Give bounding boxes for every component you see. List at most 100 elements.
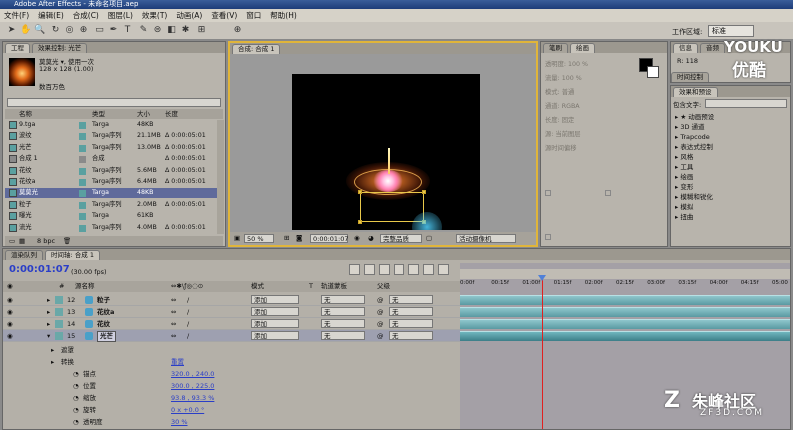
stopwatch-icon[interactable]: ◔ (73, 416, 79, 428)
live-update-icon[interactable] (363, 264, 375, 275)
shy-switch-icon[interactable]: ⇔ (171, 318, 176, 330)
hand-tool-icon[interactable]: ✋ (20, 25, 31, 36)
tab-effects-presets[interactable]: 效果和预设 (673, 87, 718, 97)
blend-mode-select[interactable]: 添加 (251, 319, 299, 328)
stopwatch-icon[interactable]: ◔ (73, 392, 79, 404)
pen-tool-icon[interactable]: ✒ (108, 25, 119, 36)
parent-select[interactable]: 无 (389, 319, 433, 328)
track-matte-select[interactable]: 无 (321, 319, 365, 328)
stopwatch-icon[interactable]: ◔ (73, 380, 79, 392)
layer-row[interactable]: ◉ ▸ 12 粒子 ⇔ / 添加 无 @ 无 (3, 294, 460, 306)
trash-icon[interactable]: 🗑 (63, 236, 71, 246)
tab-timeline[interactable]: 时间轴: 合成 1 (45, 250, 100, 260)
effect-category[interactable]: ▸ 扭曲 (671, 212, 790, 222)
tab-effect-controls[interactable]: 效果控制: 光芒 (32, 43, 88, 53)
paint-setting[interactable]: 源: 当前图层 (545, 128, 637, 142)
bpc-label[interactable]: 8 bpc (37, 236, 55, 246)
camera-tool-icon[interactable]: ◎ (64, 25, 75, 36)
quality-switch-icon[interactable]: / (187, 306, 189, 318)
label-color-icon[interactable] (79, 144, 86, 152)
track-matte-select[interactable]: 无 (321, 331, 365, 340)
eraser-tool-icon[interactable]: ◧ (166, 25, 177, 36)
shy-switch-icon[interactable]: ⇔ (171, 306, 176, 318)
column-name[interactable]: 名称 (19, 109, 32, 119)
current-time-indicator[interactable] (542, 275, 543, 429)
layer-bar-15[interactable] (460, 331, 790, 341)
paint-setting[interactable]: 长度: 固定 (545, 114, 637, 128)
tab-audio[interactable]: 音频 (700, 43, 725, 53)
quality-select[interactable]: 完整品质 (380, 234, 422, 243)
mask-tool-icon[interactable]: ▭ (94, 25, 105, 36)
property-value[interactable]: 93.8 , 93.3 % (171, 392, 214, 404)
menu-item[interactable]: 合成(C) (73, 10, 99, 21)
tab-composition[interactable]: 合成: 合成 1 (232, 44, 281, 54)
label-color-icon[interactable] (79, 133, 86, 141)
paint-setting[interactable]: 源时间偏移 (545, 142, 637, 156)
label-color-icon[interactable] (79, 190, 86, 198)
grid-icon[interactable]: ⊞ (284, 232, 289, 245)
project-scrollbar[interactable] (217, 120, 224, 234)
project-item[interactable]: 9.tga Targa 48KB (5, 120, 217, 130)
bg-color-swatch[interactable] (647, 66, 659, 78)
color-channel-icon[interactable]: ◕ (368, 232, 374, 245)
col-num[interactable]: # (59, 281, 64, 292)
label-color-icon[interactable] (79, 156, 86, 164)
visibility-icon[interactable]: ◉ (7, 294, 13, 306)
column-length[interactable]: 长度 (165, 109, 178, 119)
brush-tool-icon[interactable]: ✎ (138, 25, 149, 36)
property-row[interactable]: ▸ 转换 重置 (3, 356, 460, 368)
expand-arrow-icon[interactable]: ▸ (47, 318, 50, 330)
paint-setting[interactable]: 模式: 普通 (545, 86, 637, 100)
menu-item[interactable]: 图层(L) (108, 10, 133, 21)
expand-arrow-icon[interactable]: ▸ (47, 306, 50, 318)
label-color-icon[interactable] (79, 201, 86, 209)
property-value[interactable]: 300.0 , 225.0 (171, 380, 214, 392)
visibility-icon[interactable]: ◉ (7, 330, 13, 342)
comp-icon[interactable]: ▦ (19, 236, 25, 246)
time-ruler[interactable]: 0:00f 00:15f 01:00f 01:15f 02:00f 02:15f 03:00… (460, 279, 790, 291)
paint-setting[interactable]: 通道: RGBA (545, 100, 637, 114)
work-area-bar[interactable] (460, 269, 790, 279)
zoom-tool-icon[interactable]: 🔍 (34, 25, 45, 36)
hide-shy-icon[interactable] (393, 264, 405, 275)
menu-item[interactable]: 窗口 (246, 10, 261, 21)
project-item[interactable]: 合成 1 合成 Δ 0:00:05:01 (5, 154, 217, 164)
tab-info[interactable]: 信息 (673, 43, 698, 53)
comp-mini-flowchart-icon[interactable] (349, 264, 360, 275)
clone-stamp-tool-icon[interactable]: ⊜ (152, 25, 163, 36)
shy-switch-icon[interactable]: ⇔ (171, 330, 176, 342)
col-parent[interactable]: 父级 (377, 281, 390, 292)
label-color-icon[interactable] (55, 308, 63, 316)
pan-behind-tool-icon[interactable]: ⊕ (78, 25, 89, 36)
effect-category[interactable]: ▸ 3D 通道 (671, 122, 790, 132)
label-color-icon[interactable] (55, 332, 63, 340)
label-color-icon[interactable] (55, 320, 63, 328)
stopwatch-icon[interactable]: ◔ (73, 368, 79, 380)
col-t[interactable]: T (309, 281, 313, 292)
zoom-select[interactable]: 50 % (244, 234, 274, 243)
label-color-icon[interactable] (79, 179, 86, 186)
layer-bar-14[interactable] (460, 319, 790, 329)
blend-mode-select[interactable]: 添加 (251, 295, 299, 304)
project-item[interactable]: 花纹 Targa序列 5.6MB Δ 0:00:05:01 (5, 166, 217, 176)
frame-blend-icon[interactable] (408, 264, 420, 275)
layer-row[interactable]: ◉ ▸ 14 花纹 ⇔ / 添加 无 @ 无 (3, 318, 460, 330)
project-item[interactable]: 粒子 Targa序列 2.0MB Δ 0:00:05:01 (5, 200, 217, 210)
project-search-input[interactable] (7, 98, 221, 107)
project-item[interactable]: 流光 Targa序列 4.0MB Δ 0:00:05:01 (5, 223, 217, 233)
property-row[interactable]: ◔ 缩放 93.8 , 93.3 % (3, 392, 460, 404)
expand-arrow-icon[interactable]: ▸ (51, 344, 54, 356)
tab-render-queue[interactable]: 渲染队列 (5, 250, 43, 260)
magnify-icon[interactable]: ▣ (234, 232, 240, 245)
expand-arrow-icon[interactable]: ▾ (47, 330, 50, 342)
paint-setting[interactable]: 透明度: 100 % (545, 58, 637, 72)
view-axis-icon[interactable]: ⊕ (232, 25, 243, 36)
menu-item[interactable]: 效果(T) (142, 10, 167, 21)
puppet-tool-icon[interactable]: ✱ (180, 25, 191, 36)
shy-switch-icon[interactable]: ⇔ (171, 294, 176, 306)
label-color-icon[interactable] (79, 122, 86, 129)
column-type[interactable]: 类型 (92, 109, 105, 119)
camera-icon[interactable]: ◙ (296, 232, 302, 245)
col-trkmat[interactable]: 轨道蒙板 (321, 281, 347, 292)
layer-name[interactable]: 光芒 (97, 331, 116, 342)
